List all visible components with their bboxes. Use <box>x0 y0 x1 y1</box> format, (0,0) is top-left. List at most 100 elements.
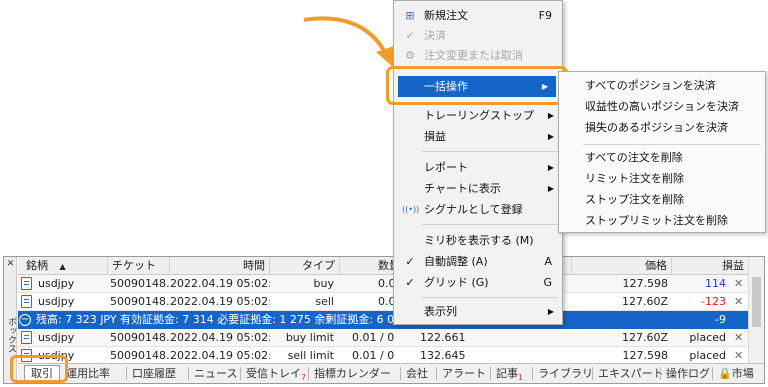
submenu-delete-all-orders[interactable]: すべての注文を削除 <box>585 148 683 168</box>
cell-volume: 0.01 / 0 <box>352 331 395 344</box>
collapse-icon[interactable]: − <box>19 314 31 326</box>
submenu-arrow-icon: ▶ <box>547 132 554 141</box>
menu-modify-cancel[interactable]: ⚙ 注文変更または取消 <box>394 45 562 66</box>
tab-journal[interactable]: 操作ログ <box>666 364 710 383</box>
cell-price: 127.60Z <box>621 331 668 344</box>
submenu-close-all-positions[interactable]: すべてのポジションを決済 <box>585 76 716 96</box>
tab-separator <box>490 367 491 380</box>
tab-history[interactable]: 口座履歴 <box>132 364 176 383</box>
cell-time: 2022.04.19 05:02:12 <box>170 295 270 308</box>
tab-company[interactable]: 会社 <box>406 364 428 383</box>
menu-settle[interactable]: ✓ 決済 <box>394 25 562 46</box>
tab-separator <box>126 367 127 380</box>
submenu-delete-limit-orders[interactable]: リミット注文を削除 <box>585 169 684 189</box>
signal-icon: ((•)) <box>402 205 420 214</box>
menu-separator <box>422 297 558 298</box>
menu-columns[interactable]: 表示列 ▶ <box>394 301 562 322</box>
signal-tab-icon[interactable]: ((•)) <box>764 364 765 383</box>
tab-separator <box>400 367 401 380</box>
submenu-arrow-icon: ▶ <box>547 111 554 120</box>
tab-separator <box>308 367 309 380</box>
delete-order-icon[interactable]: ✕ <box>734 329 746 347</box>
menu-separator <box>422 224 558 225</box>
tab-experts[interactable]: エキスパート <box>598 364 664 383</box>
tab-inbox[interactable]: 受信トレイ7 <box>246 364 306 383</box>
menu-auto-arrange[interactable]: ✓ 自動調整 (A) A <box>394 251 562 272</box>
tab-separator <box>660 367 661 380</box>
table-row[interactable]: usdjpy 50090148… 2022.04.19 05:02:16 buy… <box>18 329 750 347</box>
terminal-tabbar: 取引 運用比率 口座履歴 ニュース 受信トレイ7 指標カレンダー 会社 アラート… <box>18 363 764 383</box>
menu-new-order[interactable]: ⊞ 新規注文 F9 <box>394 5 562 26</box>
cell-type: sell <box>315 295 334 308</box>
sort-up-icon: ▲ <box>59 262 66 271</box>
close-icon[interactable]: ✕ <box>5 259 16 270</box>
toolbox-terminal: ✕ ボックス 銘柄 ▲ チケット 時間 タイプ 数量 価格 損益 usdjpy … <box>3 256 765 384</box>
menu-show-ms[interactable]: ミリ秒を表示する (M) <box>394 230 562 251</box>
submenu-arrow-icon: ▶ <box>547 163 554 172</box>
table-row[interactable]: usdjpy 50090148… 2022.04.19 05:02:12 sel… <box>18 293 750 311</box>
submenu-arrow-icon: ▶ <box>547 184 554 193</box>
tab-alerts[interactable]: アラート <box>442 364 486 383</box>
cell-type: buy limit <box>285 331 334 344</box>
tab-library[interactable]: ライブラリ <box>538 364 593 383</box>
menu-grid[interactable]: ✓ グリッド (G) G <box>394 272 562 293</box>
submenu-arrow-icon: ▶ <box>547 307 554 316</box>
scrollbar-thumb[interactable] <box>752 277 761 327</box>
cell-open-price: 122.661 <box>420 331 466 344</box>
submenu-close-profitable[interactable]: 収益性の高いポジションを決済 <box>585 97 739 117</box>
cell-profit: 114 <box>705 277 726 290</box>
check-icon: ✓ <box>405 276 415 289</box>
cell-symbol: usdjpy <box>38 331 75 344</box>
submenu-delete-stop-limit-orders[interactable]: ストップリミット注文を削除 <box>585 211 728 231</box>
cell-type: buy <box>313 277 334 290</box>
tab-separator <box>240 367 241 380</box>
col-ticket[interactable]: チケット <box>108 257 170 275</box>
col-symbol[interactable]: 銘柄 ▲ <box>18 257 108 275</box>
shortcut-a: A <box>544 255 552 268</box>
check-icon: ✓ <box>405 29 415 42</box>
table-row[interactable]: usdjpy 50090148… 2022.04.19 05:02:05 buy… <box>18 275 750 293</box>
col-profit[interactable]: 損益 <box>672 257 750 275</box>
account-summary-row[interactable]: − 残高: 7 323 JPY 有効証拠金: 7 314 必要証拠金: 1 27… <box>18 311 750 329</box>
inbox-badge: 7 <box>301 373 307 382</box>
cell-status: placed <box>689 331 726 344</box>
cell-time: 2022.04.19 05:02:05 <box>170 277 270 290</box>
menu-separator <box>422 151 558 152</box>
tab-news[interactable]: ニュース <box>194 364 237 383</box>
position-icon <box>21 295 32 308</box>
menu-show-on-chart[interactable]: チャートに表示 ▶ <box>394 178 562 199</box>
submenu-delete-stop-orders[interactable]: ストップ注文を削除 <box>585 190 684 210</box>
tab-separator <box>592 367 593 380</box>
menu-report[interactable]: レポート ▶ <box>394 157 562 178</box>
table-header: 銘柄 ▲ チケット 時間 タイプ 数量 価格 損益 <box>18 257 750 275</box>
tab-calendar[interactable]: 指標カレンダー <box>314 364 391 383</box>
cell-profit: -123 <box>701 295 726 308</box>
submenu-close-losing[interactable]: 損失のあるポジションを決済 <box>585 118 728 138</box>
cell-ticket: 50090148… <box>110 277 172 290</box>
col-type[interactable]: タイプ <box>270 257 340 275</box>
tab-exposure[interactable]: 運用比率 <box>66 364 110 383</box>
new-order-icon: ⊞ <box>405 9 415 22</box>
tab-separator <box>712 367 713 380</box>
bulk-operations-submenu: すべてのポジションを決済 収益性の高いポジションを決済 損失のあるポジションを決… <box>558 71 766 233</box>
col-price[interactable]: 価格 <box>572 257 672 275</box>
close-position-icon[interactable]: ✕ <box>734 275 746 293</box>
tab-separator <box>436 367 437 380</box>
cell-symbol: usdjpy <box>38 295 75 308</box>
menu-register-signal[interactable]: ((•)) シグナルとして登録 <box>394 199 562 220</box>
shortcut-f9: F9 <box>538 9 552 22</box>
close-position-icon[interactable]: ✕ <box>734 293 746 311</box>
submenu-separator <box>583 144 761 145</box>
tab-separator <box>532 367 533 380</box>
articles-badge: 1 <box>518 373 524 382</box>
tab-articles[interactable]: 記事1 <box>496 364 523 383</box>
vertical-scrollbar[interactable] <box>748 257 764 363</box>
tab-market[interactable]: 🔒市場 <box>718 364 754 383</box>
menu-trailing-stop[interactable]: トレーリングストップ ▶ <box>394 105 562 126</box>
shortcut-g: G <box>543 276 552 289</box>
col-volume[interactable]: 数量 <box>340 257 400 275</box>
menu-pnl[interactable]: 損益 ▶ <box>394 126 562 147</box>
position-icon <box>21 277 32 290</box>
col-time[interactable]: 時間 <box>170 257 270 275</box>
gear-icon: ⚙ <box>405 49 415 62</box>
